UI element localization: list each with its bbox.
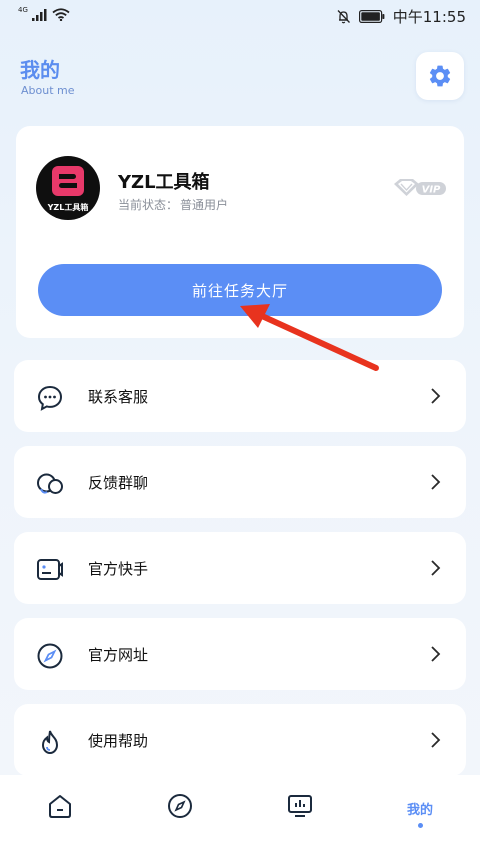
gear-icon	[429, 65, 451, 87]
status-value: 普通用户	[180, 198, 229, 212]
nav-me-label: 我的	[406, 803, 433, 818]
nav-home[interactable]	[30, 793, 90, 833]
menu-item-label: 官方网址	[88, 646, 149, 664]
battery-icon	[358, 10, 385, 23]
nav-me[interactable]: 我的	[390, 795, 450, 835]
menu-item-usage-help[interactable]: 使用帮助	[14, 704, 466, 776]
avatar[interactable]: YZL工具箱	[36, 156, 100, 220]
chevron-right-icon	[431, 474, 441, 490]
vip-badge[interactable]: VIP	[392, 178, 448, 202]
active-indicator	[417, 823, 423, 828]
home-icon	[49, 795, 71, 818]
menu-item-label: 官方快手	[88, 560, 149, 578]
avatar-logo-text: YZL工具箱	[47, 203, 89, 212]
chevron-right-icon	[431, 732, 441, 748]
annotation-arrow	[240, 304, 379, 371]
compass-icon	[37, 643, 63, 669]
status-bar-right: 中午11:55	[336, 6, 466, 27]
chevron-right-icon	[431, 560, 441, 576]
logo-mark	[52, 166, 84, 196]
status-bar-left: 4G	[18, 5, 70, 21]
flame-icon	[41, 730, 59, 755]
bottom-nav: 我的	[0, 775, 480, 853]
compass-icon	[168, 794, 192, 818]
page-title: 我的	[20, 58, 60, 82]
chevron-right-icon	[431, 646, 441, 662]
username: YZL工具箱	[118, 172, 210, 193]
user-status: 当前状态： 普通用户	[118, 196, 228, 213]
wifi-icon	[52, 8, 70, 21]
vip-badge-text: VIP	[422, 185, 441, 196]
chat-icon	[37, 385, 63, 411]
menu-item-feedback-group[interactable]: 反馈群聊	[14, 446, 466, 518]
menu-item-official-kuaishou[interactable]: 官方快手	[14, 532, 466, 604]
signal-icon	[31, 8, 47, 21]
network-type: 4G	[18, 5, 28, 14]
page-subtitle: About me	[21, 84, 75, 97]
group-chat-icon	[37, 473, 63, 494]
video-icon	[37, 559, 63, 580]
status-bar: 4G 中午11:55	[0, 0, 480, 34]
nav-dashboard[interactable]	[270, 793, 330, 833]
menu-item-official-website[interactable]: 官方网址	[14, 618, 466, 690]
menu-item-label: 反馈群聊	[88, 474, 149, 492]
menu-item-label: 联系客服	[88, 388, 149, 406]
dashboard-icon	[288, 795, 312, 817]
status-label: 当前状态：	[118, 198, 179, 212]
menu-item-label: 使用帮助	[88, 732, 149, 750]
chevron-right-icon	[431, 388, 441, 404]
nav-discover[interactable]	[150, 793, 210, 833]
settings-button[interactable]	[416, 52, 464, 100]
clock: 中午11:55	[392, 8, 466, 26]
mute-bell-icon	[337, 10, 350, 24]
